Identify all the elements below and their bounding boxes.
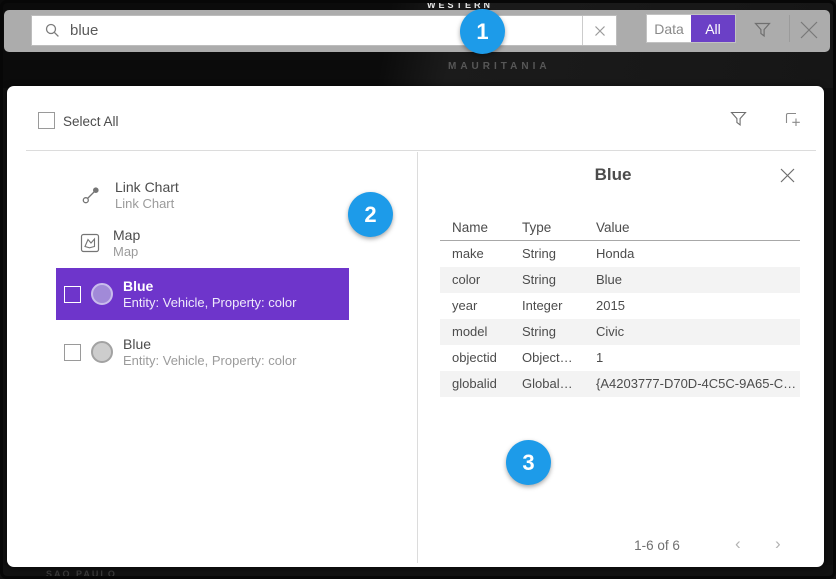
cell-value: Honda <box>584 241 800 267</box>
cell-value: Blue <box>584 267 800 293</box>
result-item-map[interactable]: Map Map <box>56 223 349 263</box>
table-row: year Integer 2015 <box>440 293 800 319</box>
header-divider <box>26 150 816 151</box>
map-icon <box>80 233 100 253</box>
add-to-new-button[interactable] <box>783 110 801 128</box>
cell-name: model <box>440 319 510 345</box>
result-checkbox[interactable] <box>64 344 81 361</box>
column-header-type: Type <box>510 216 584 240</box>
map-label-mauritania: MAURITANIA <box>448 61 551 72</box>
detail-close-button[interactable] <box>779 167 796 184</box>
pagination-range: 1-6 of 6 <box>607 538 707 553</box>
filter-icon <box>730 111 747 127</box>
clear-search-button[interactable] <box>582 16 616 45</box>
cell-type: Integer <box>510 293 584 319</box>
cell-value: 1 <box>584 345 800 371</box>
result-title: Blue <box>123 336 296 353</box>
close-icon <box>779 167 796 184</box>
cell-value: {A4203777-D70D-4C5C-9A65-C… <box>584 371 800 397</box>
table-header-row: Name Type Value <box>440 216 800 241</box>
search-box <box>31 15 617 46</box>
cell-name: make <box>440 241 510 267</box>
result-item-blue[interactable]: Blue Entity: Vehicle, Property: color <box>56 326 349 378</box>
close-search-button[interactable] <box>798 19 820 41</box>
cell-type: String <box>510 267 584 293</box>
results-filter-button[interactable] <box>730 111 747 127</box>
cell-value: Civic <box>584 319 800 345</box>
result-subtitle: Map <box>113 244 140 260</box>
result-item-blue-selected[interactable]: Blue Entity: Vehicle, Property: color <box>56 268 349 320</box>
clear-icon <box>594 25 606 37</box>
table-row: objectid Object… 1 <box>440 345 800 371</box>
table-row: make String Honda <box>440 241 800 267</box>
cell-name: color <box>440 267 510 293</box>
attribute-table: Name Type Value make String Honda color … <box>440 216 800 397</box>
toggle-option-data[interactable]: Data <box>647 15 691 42</box>
pane-divider <box>417 152 418 563</box>
search-icon <box>45 23 60 38</box>
result-subtitle: Link Chart <box>115 196 179 212</box>
result-subtitle: Entity: Vehicle, Property: color <box>123 353 296 369</box>
cell-type: Global… <box>510 371 584 397</box>
result-title: Blue <box>123 278 296 295</box>
search-filter-button[interactable] <box>754 22 771 38</box>
table-row: color String Blue <box>440 267 800 293</box>
cell-type: String <box>510 319 584 345</box>
annotation-callout-3: 3 <box>506 440 551 485</box>
entity-circle-icon <box>91 341 113 363</box>
pagination-next-button[interactable]: › <box>775 534 781 554</box>
search-input[interactable] <box>70 22 582 39</box>
search-toolbar: Data All <box>4 10 830 52</box>
link-chart-icon <box>80 184 102 206</box>
table-row: model String Civic <box>440 319 800 345</box>
map-label-bottom: SAO PAULO <box>46 569 117 579</box>
cell-type: Object… <box>510 345 584 371</box>
filter-icon <box>754 22 771 38</box>
select-all-checkbox[interactable] <box>38 112 55 129</box>
result-checkbox[interactable] <box>64 286 81 303</box>
search-results-panel: Select All Link Chart Link Chart Map Map… <box>7 86 824 567</box>
table-row: globalid Global… {A4203777-D70D-4C5C-9A6… <box>440 371 800 397</box>
cell-name: objectid <box>440 345 510 371</box>
close-icon <box>798 19 820 41</box>
toggle-option-all[interactable]: All <box>691 15 735 42</box>
entity-circle-icon <box>91 283 113 305</box>
toolbar-divider <box>789 15 790 42</box>
annotation-callout-1: 1 <box>460 9 505 54</box>
result-item-link-chart[interactable]: Link Chart Link Chart <box>56 175 349 215</box>
search-scope-toggle: Data All <box>646 14 736 43</box>
square-plus-icon <box>783 110 801 128</box>
map-background-bottom <box>0 565 836 579</box>
annotation-callout-2: 2 <box>348 192 393 237</box>
cell-value: 2015 <box>584 293 800 319</box>
column-header-name: Name <box>440 216 510 240</box>
result-title: Map <box>113 227 140 244</box>
result-title: Link Chart <box>115 179 179 196</box>
detail-title: Blue <box>433 165 793 185</box>
cell-name: globalid <box>440 371 510 397</box>
select-all-label: Select All <box>63 114 119 129</box>
result-subtitle: Entity: Vehicle, Property: color <box>123 295 296 311</box>
cell-name: year <box>440 293 510 319</box>
cell-type: String <box>510 241 584 267</box>
pagination-prev-button[interactable]: ‹ <box>735 534 741 554</box>
column-header-value: Value <box>584 216 800 240</box>
